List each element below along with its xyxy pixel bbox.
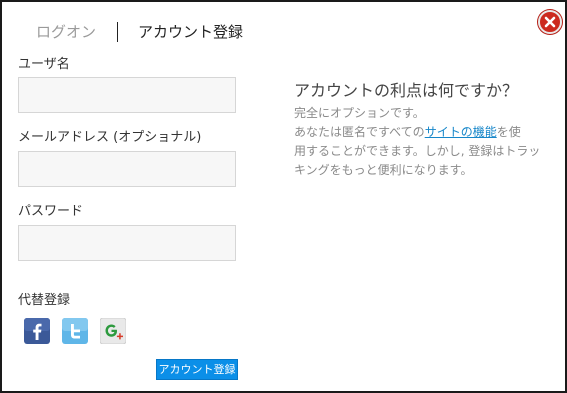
benefits-line-2-end: を使 [496,125,521,139]
username-label: ユーザ名 [18,57,70,72]
twitter-icon [62,318,88,344]
username-input[interactable] [18,77,236,113]
password-label: パスワード [18,204,84,219]
benefits-title: アカウントの利点は何ですか？ [294,81,519,100]
register-dialog: ログオン アカウント登録 ユーザ名 メールアドレス (オプショナル) パスワード… [0,0,567,393]
close-icon [544,16,556,28]
email-label: メールアドレス (オプショナル) [18,130,202,145]
google-button[interactable] [100,318,126,344]
benefits-line-2: あなたは匿名ですべてのサイトの機能を使 [294,123,556,141]
google-icon [100,318,126,344]
email-input[interactable] [18,151,236,187]
password-input[interactable] [18,225,236,261]
tab-bar: ログオン アカウント登録 [36,21,243,43]
register-submit-button[interactable]: アカウント登録 [156,359,238,380]
tab-register[interactable]: アカウント登録 [138,22,243,42]
site-features-link[interactable]: サイトの機能 [425,125,497,139]
close-button[interactable] [538,10,562,34]
facebook-icon [24,318,50,344]
benefits-line-1: 完全にオプションです。 [294,106,425,120]
benefits-line-4: キングをもっと便利になります。 [294,163,473,177]
benefits-line-2-start: あなたは匿名ですべての [294,125,425,139]
twitter-button[interactable] [62,318,88,344]
benefits-line-3: 用することができます。しかし, 登録はトラッ [294,144,541,158]
alt-register-label: 代替登録 [18,293,71,308]
tab-login[interactable]: ログオン [36,22,96,42]
tab-divider [117,22,119,42]
facebook-button[interactable] [24,318,50,344]
